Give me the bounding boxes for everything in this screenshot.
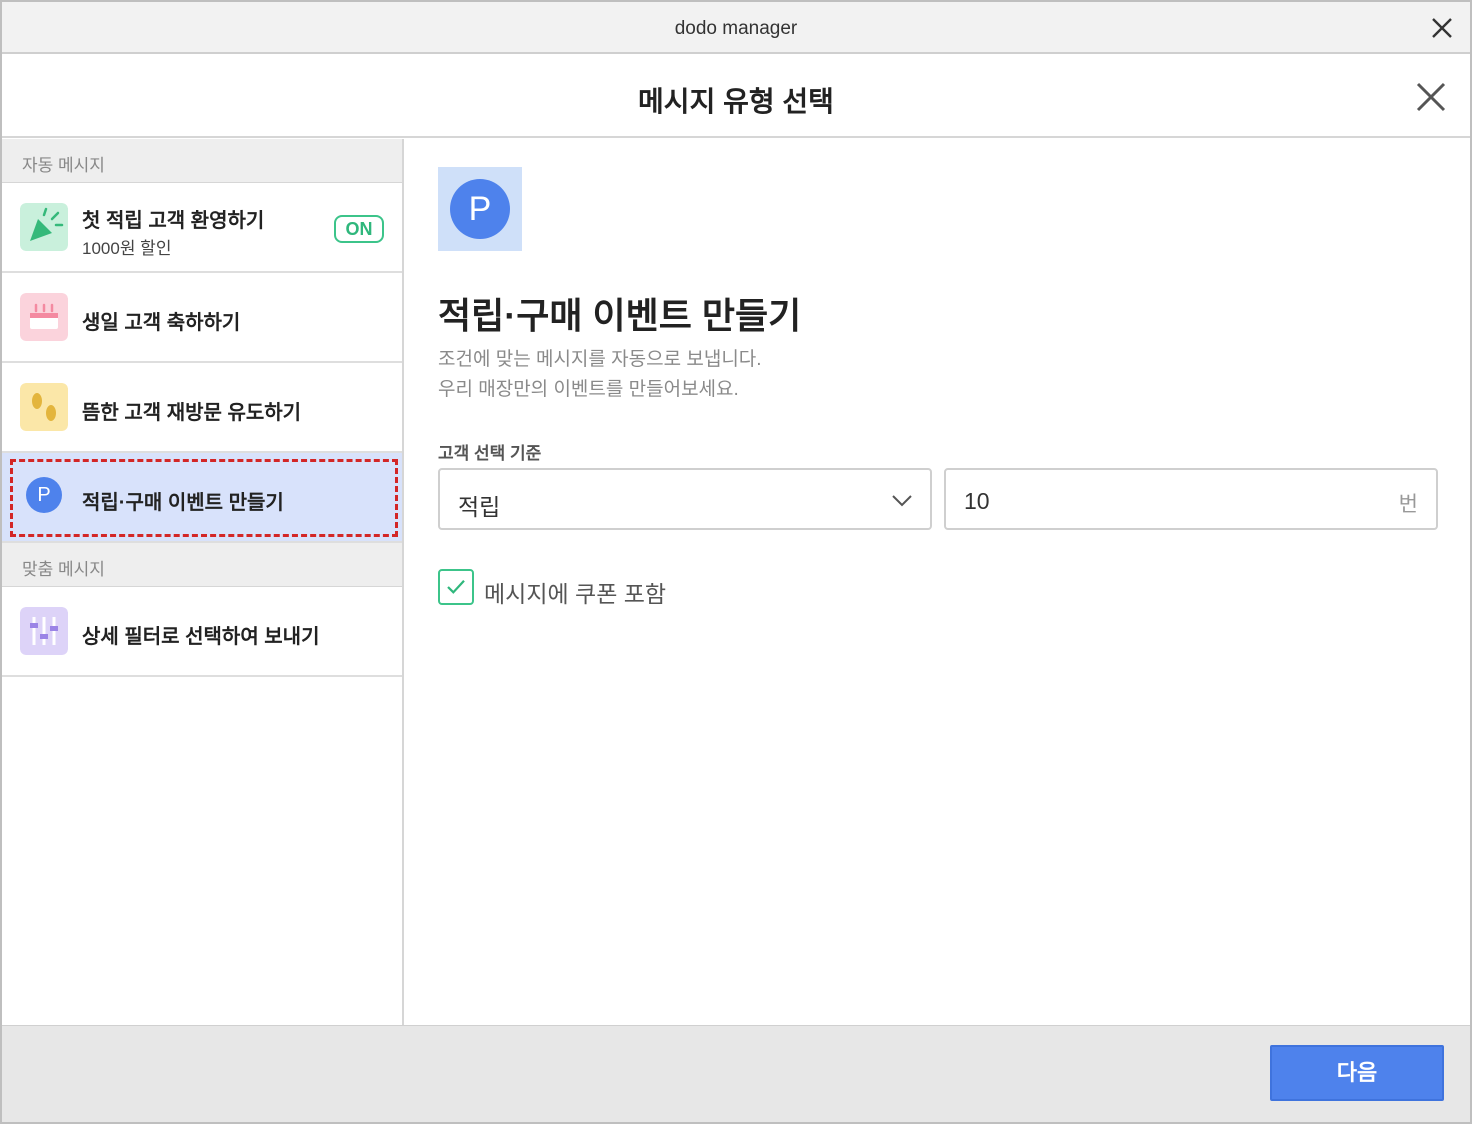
sidebar-item-sublabel: 1000원 할인 — [82, 239, 172, 258]
footprints-icon — [20, 383, 68, 431]
panel-description: 조건에 맞는 메시지를 자동으로 보냅니다. 우리 매장만의 이벤트를 만들어보… — [438, 345, 762, 405]
description-line: 우리 매장만의 이벤트를 만들어보세요. — [438, 379, 739, 400]
window-close-icon[interactable] — [1428, 14, 1456, 42]
dialog-title: 메시지 유형 선택 — [638, 86, 834, 117]
chevron-down-icon — [892, 495, 912, 507]
sidebar-item-welcome[interactable]: 첫 적립 고객 환영하기 1000원 할인 ON — [2, 183, 402, 273]
party-popper-icon — [20, 203, 68, 251]
description-line: 조건에 맞는 메시지를 자동으로 보냅니다. — [438, 349, 762, 370]
sidebar-item-detail-filter[interactable]: 상세 필터로 선택하여 보내기 — [2, 587, 402, 677]
sliders-icon — [20, 607, 68, 655]
criteria-label: 고객 선택 기준 — [438, 444, 542, 463]
sidebar-item-revisit[interactable]: 뜸한 고객 재방문 유도하기 — [2, 363, 402, 453]
birthday-cake-icon — [20, 293, 68, 341]
coupon-checkbox[interactable] — [438, 569, 474, 605]
app-window: dodo manager 메시지 유형 선택 자동 메시지 첫 적립 고객 환영… — [0, 0, 1472, 1124]
point-p-icon: P — [450, 179, 510, 239]
dialog-footer: 다음 — [2, 1025, 1470, 1122]
sidebar-item-label: 첫 적립 고객 환영하기 — [82, 210, 265, 232]
dialog-close-icon[interactable] — [1414, 80, 1448, 114]
sidebar-item-label: 뜸한 고객 재방문 유도하기 — [82, 402, 302, 424]
section-header-custom: 맞춤 메시지 — [2, 543, 402, 587]
count-input[interactable]: 10 번 — [944, 468, 1438, 530]
criteria-select[interactable]: 적립 — [438, 468, 932, 530]
count-value: 10 — [964, 488, 990, 514]
sidebar-item-birthday[interactable]: 생일 고객 축하하기 — [2, 273, 402, 363]
sidebar-item-label: 생일 고객 축하하기 — [82, 312, 241, 334]
count-unit: 번 — [1398, 493, 1418, 516]
point-event-icon: P — [438, 167, 522, 251]
dialog-header: 메시지 유형 선택 — [2, 56, 1470, 138]
sidebar-item-point-event[interactable]: P 적립·구매 이벤트 만들기 — [2, 453, 402, 543]
coupon-checkbox-label[interactable]: 메시지에 쿠폰 포함 — [484, 575, 666, 609]
detail-panel: P 적립·구매 이벤트 만들기 조건에 맞는 메시지를 자동으로 보냅니다. 우… — [406, 139, 1470, 1025]
message-type-sidebar: 자동 메시지 첫 적립 고객 환영하기 1000원 할인 ON 생일 고객 축하… — [2, 139, 404, 1025]
point-p-icon: P — [26, 477, 62, 513]
window-titlebar: dodo manager — [2, 2, 1470, 54]
panel-title: 적립·구매 이벤트 만들기 — [438, 295, 802, 336]
sidebar-item-label: 적립·구매 이벤트 만들기 — [82, 492, 284, 514]
sidebar-item-label: 상세 필터로 선택하여 보내기 — [82, 626, 320, 648]
criteria-selected-value: 적립 — [458, 494, 501, 520]
next-button[interactable]: 다음 — [1270, 1045, 1444, 1101]
window-title: dodo manager — [674, 18, 798, 39]
section-header-auto: 자동 메시지 — [2, 139, 402, 183]
on-badge[interactable]: ON — [334, 215, 384, 243]
